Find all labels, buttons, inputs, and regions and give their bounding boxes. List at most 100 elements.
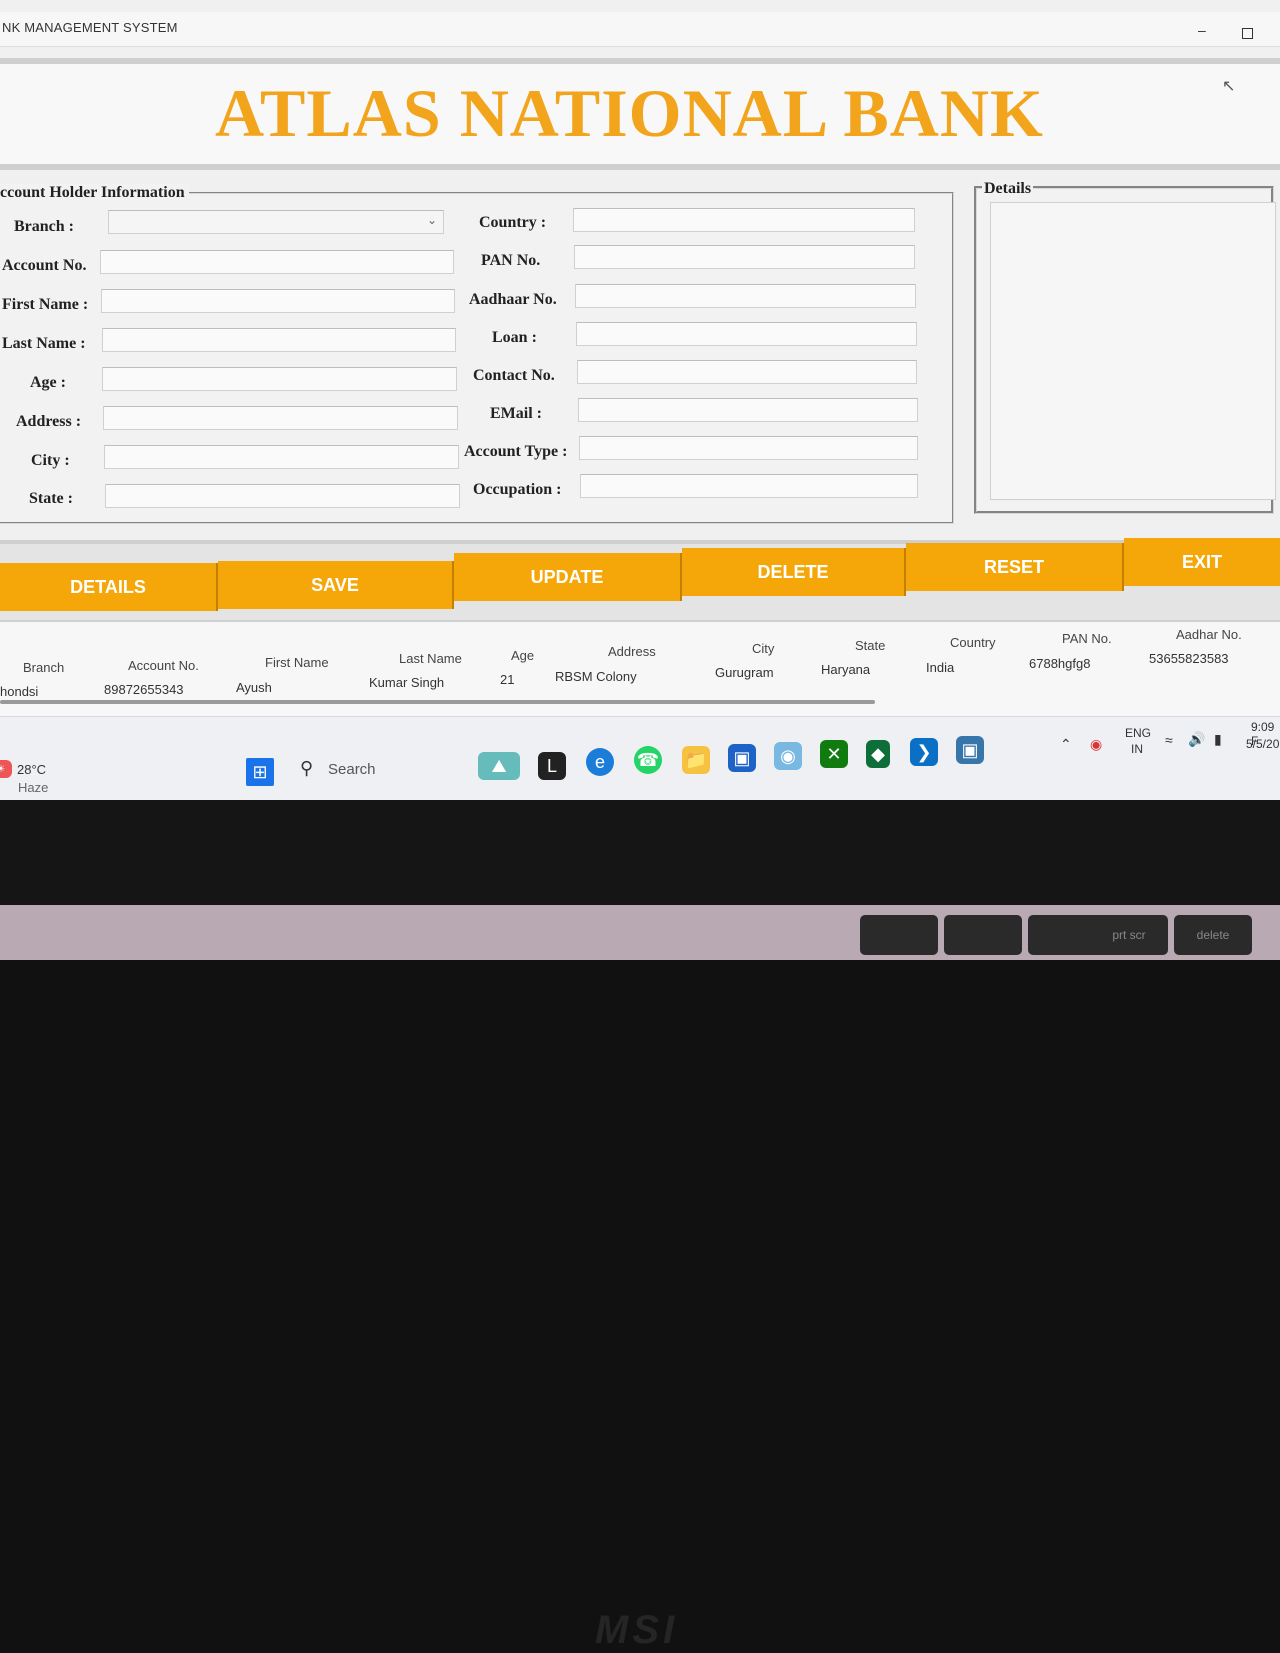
chevron-down-icon[interactable]: ⌄	[427, 213, 437, 227]
search-icon[interactable]: ⚲	[300, 758, 313, 779]
last-name-field[interactable]	[102, 328, 456, 352]
keyboard-key-prtscr: prt scr	[1090, 915, 1168, 955]
python-icon[interactable]: ▣	[956, 736, 984, 764]
volume-icon[interactable]: 🔊	[1188, 731, 1205, 748]
file-explorer-icon[interactable]: 📁	[682, 746, 710, 774]
table-cell[interactable]: 89872655343	[104, 682, 184, 697]
clock-date[interactable]: 5/5/20	[1246, 737, 1279, 751]
contact-no-label: Contact No.	[473, 367, 555, 384]
email-field[interactable]	[578, 398, 918, 422]
last-name-label: Last Name :	[2, 335, 86, 352]
col-header-last-name[interactable]: Last Name	[399, 651, 462, 666]
battery-icon[interactable]: ▮	[1214, 731, 1222, 748]
col-header-pan-no[interactable]: PAN No.	[1062, 631, 1112, 646]
store-icon[interactable]: ▣	[728, 744, 756, 772]
taskbar-search[interactable]: ⚲ Search	[290, 752, 470, 786]
keyboard-key-delete: delete	[1174, 915, 1252, 955]
xbox-icon[interactable]: ✕	[820, 740, 848, 768]
table-cell[interactable]: 53655823583	[1149, 651, 1229, 666]
app-icon[interactable]: ◆	[866, 740, 890, 768]
details-legend: Details	[982, 180, 1034, 198]
keyboard-key	[860, 915, 938, 955]
col-header-address[interactable]: Address	[608, 644, 656, 659]
notification-icon[interactable]: ◉	[1090, 736, 1102, 753]
title-bar: NK MANAGEMENT SYSTEM –	[0, 12, 1280, 47]
screen: NK MANAGEMENT SYSTEM – ATLAS NATIONAL BA…	[0, 0, 1280, 800]
widget-icon[interactable]: ⛰	[478, 752, 520, 780]
pan-no-label: PAN No.	[481, 252, 541, 269]
account-no-label: Account No.	[2, 257, 87, 274]
details-textbox[interactable]	[990, 202, 1276, 500]
wifi-icon[interactable]: ≈	[1165, 732, 1173, 748]
address-field[interactable]	[103, 406, 458, 430]
table-cell[interactable]: Gurugram	[715, 665, 774, 680]
contact-no-field[interactable]	[577, 360, 917, 384]
delete-button[interactable]: DELETE	[682, 548, 906, 596]
country-label: Country :	[479, 214, 547, 231]
save-button[interactable]: SAVE	[218, 561, 454, 609]
vscode-icon[interactable]: ❯	[910, 738, 938, 766]
state-field[interactable]	[105, 484, 460, 508]
age-field[interactable]	[102, 367, 457, 391]
weather-desc[interactable]: Haze	[18, 780, 48, 795]
col-header-city[interactable]: City	[752, 641, 774, 656]
table-cell[interactable]: 21	[500, 672, 514, 687]
mouse-cursor-icon: ↖	[1222, 78, 1236, 95]
col-header-first-name[interactable]: First Name	[265, 655, 329, 670]
account-type-label: Account Type :	[464, 443, 568, 460]
col-header-aadhar-no[interactable]: Aadhar No.	[1176, 627, 1242, 642]
edge-browser-icon[interactable]: e	[586, 748, 614, 776]
minimize-button[interactable]: –	[1198, 22, 1206, 38]
city-label: City :	[31, 452, 70, 469]
loan-field[interactable]	[576, 322, 917, 346]
whatsapp-icon[interactable]: ☎	[634, 746, 662, 774]
table-cell[interactable]: Kumar Singh	[369, 675, 444, 690]
account-type-field[interactable]	[579, 436, 918, 460]
occupation-field[interactable]	[580, 474, 918, 498]
region-label[interactable]: IN	[1131, 742, 1143, 756]
country-field[interactable]	[573, 208, 915, 232]
search-label[interactable]: Search	[328, 761, 376, 778]
maximize-button[interactable]	[1242, 28, 1253, 39]
col-header-state[interactable]: State	[855, 638, 885, 653]
account-no-field[interactable]	[100, 250, 454, 274]
aadhaar-no-field[interactable]	[575, 284, 916, 308]
windows-start-icon[interactable]: ⊞	[246, 758, 274, 786]
age-label: Age :	[30, 374, 66, 391]
horizontal-scrollbar[interactable]	[0, 700, 875, 704]
col-header-branch[interactable]: Branch	[23, 660, 64, 675]
account-holder-legend: ccount Holder Information	[0, 184, 189, 202]
weather-temp[interactable]: 28°C	[17, 762, 46, 777]
app-icon[interactable]: L	[538, 752, 566, 780]
first-name-field[interactable]	[101, 289, 455, 313]
occupation-label: Occupation :	[473, 481, 562, 498]
city-field[interactable]	[104, 445, 459, 469]
language-label[interactable]: ENG	[1125, 726, 1151, 740]
address-label: Address :	[16, 413, 82, 430]
loan-label: Loan :	[492, 329, 537, 346]
details-button[interactable]: DETAILS	[0, 563, 218, 611]
reset-button[interactable]: RESET	[906, 543, 1124, 591]
exit-button[interactable]: EXIT	[1124, 538, 1280, 586]
first-name-label: First Name :	[2, 296, 89, 313]
branch-combobox[interactable]: ⌄	[108, 210, 444, 234]
table-cell[interactable]: India	[926, 660, 954, 675]
bank-title: ATLAS NATIONAL BANK	[215, 75, 1044, 151]
col-header-country[interactable]: Country	[950, 635, 996, 650]
laptop-brand-logo: MSI	[595, 1608, 679, 1652]
weather-icon[interactable]: ☀	[0, 760, 12, 778]
email-label: EMail :	[490, 405, 542, 422]
table-cell[interactable]: Ayush	[236, 680, 272, 695]
window-title: NK MANAGEMENT SYSTEM	[2, 20, 178, 35]
chevron-up-icon[interactable]: ⌃	[1060, 736, 1072, 753]
table-cell[interactable]: 6788hgfg8	[1029, 656, 1090, 671]
app-icon[interactable]: ◉	[774, 742, 802, 770]
table-cell[interactable]: RBSM Colony	[555, 669, 637, 684]
col-header-account-no[interactable]: Account No.	[128, 658, 199, 673]
keyboard-key	[944, 915, 1022, 955]
pan-no-field[interactable]	[574, 245, 915, 269]
col-header-age[interactable]: Age	[511, 648, 534, 663]
table-cell[interactable]: Haryana	[821, 662, 870, 677]
update-button[interactable]: UPDATE	[454, 553, 682, 601]
table-cell[interactable]: hondsi	[0, 684, 38, 699]
